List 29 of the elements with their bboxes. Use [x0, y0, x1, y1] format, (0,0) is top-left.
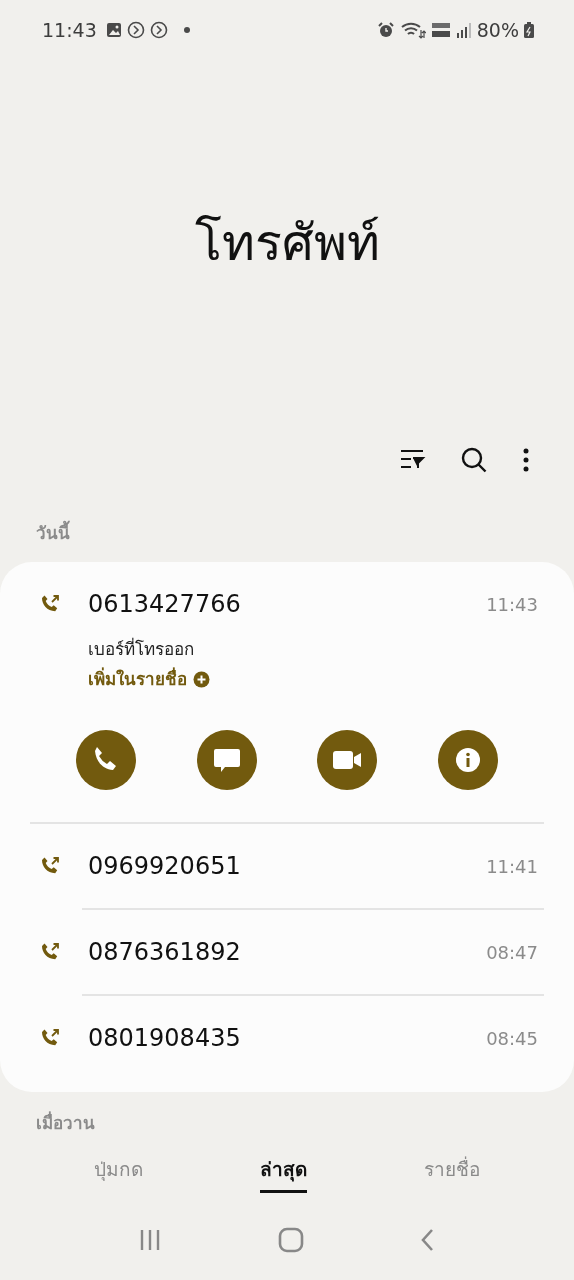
app-title: โทรศัพท์ [194, 213, 380, 274]
play-circle-icon [126, 21, 145, 39]
call-log-item[interactable]: 0801908435 08:45 [30, 996, 544, 1080]
dot-icon [182, 26, 191, 34]
plus-circle-icon [193, 670, 210, 688]
wifi-icon [399, 21, 426, 39]
recent-apps-icon[interactable] [138, 1228, 162, 1252]
add-to-contacts-link[interactable]: เพิ่มในรายชื่อ [88, 664, 210, 694]
message-button[interactable] [196, 730, 257, 790]
search-icon[interactable] [460, 446, 488, 474]
video-call-button[interactable] [317, 730, 378, 790]
battery-percent: 80% [476, 19, 519, 41]
play-circle-icon [149, 21, 168, 39]
call-button[interactable] [76, 730, 136, 790]
tab[interactable]: ล่าสุด [260, 1147, 307, 1193]
home-icon[interactable] [278, 1227, 304, 1253]
details-button[interactable] [437, 730, 498, 790]
call-type-label: เบอร์ที่โทรออก [88, 636, 195, 661]
alarm-clock-icon [376, 21, 395, 39]
back-icon[interactable] [420, 1228, 436, 1252]
section-header: เมื่อวาน [35, 1110, 96, 1135]
signal-icon [455, 21, 472, 39]
battery-icon [524, 21, 534, 39]
more-options-icon[interactable] [522, 446, 530, 474]
call-log-item[interactable]: 0969920651 11:41 [30, 824, 544, 908]
image-icon [105, 22, 122, 38]
clock-time: 11:43 [42, 19, 97, 41]
call-log-item[interactable]: 0876361892 08:47 [30, 910, 544, 994]
section-header: วันนี้ [0, 490, 574, 562]
